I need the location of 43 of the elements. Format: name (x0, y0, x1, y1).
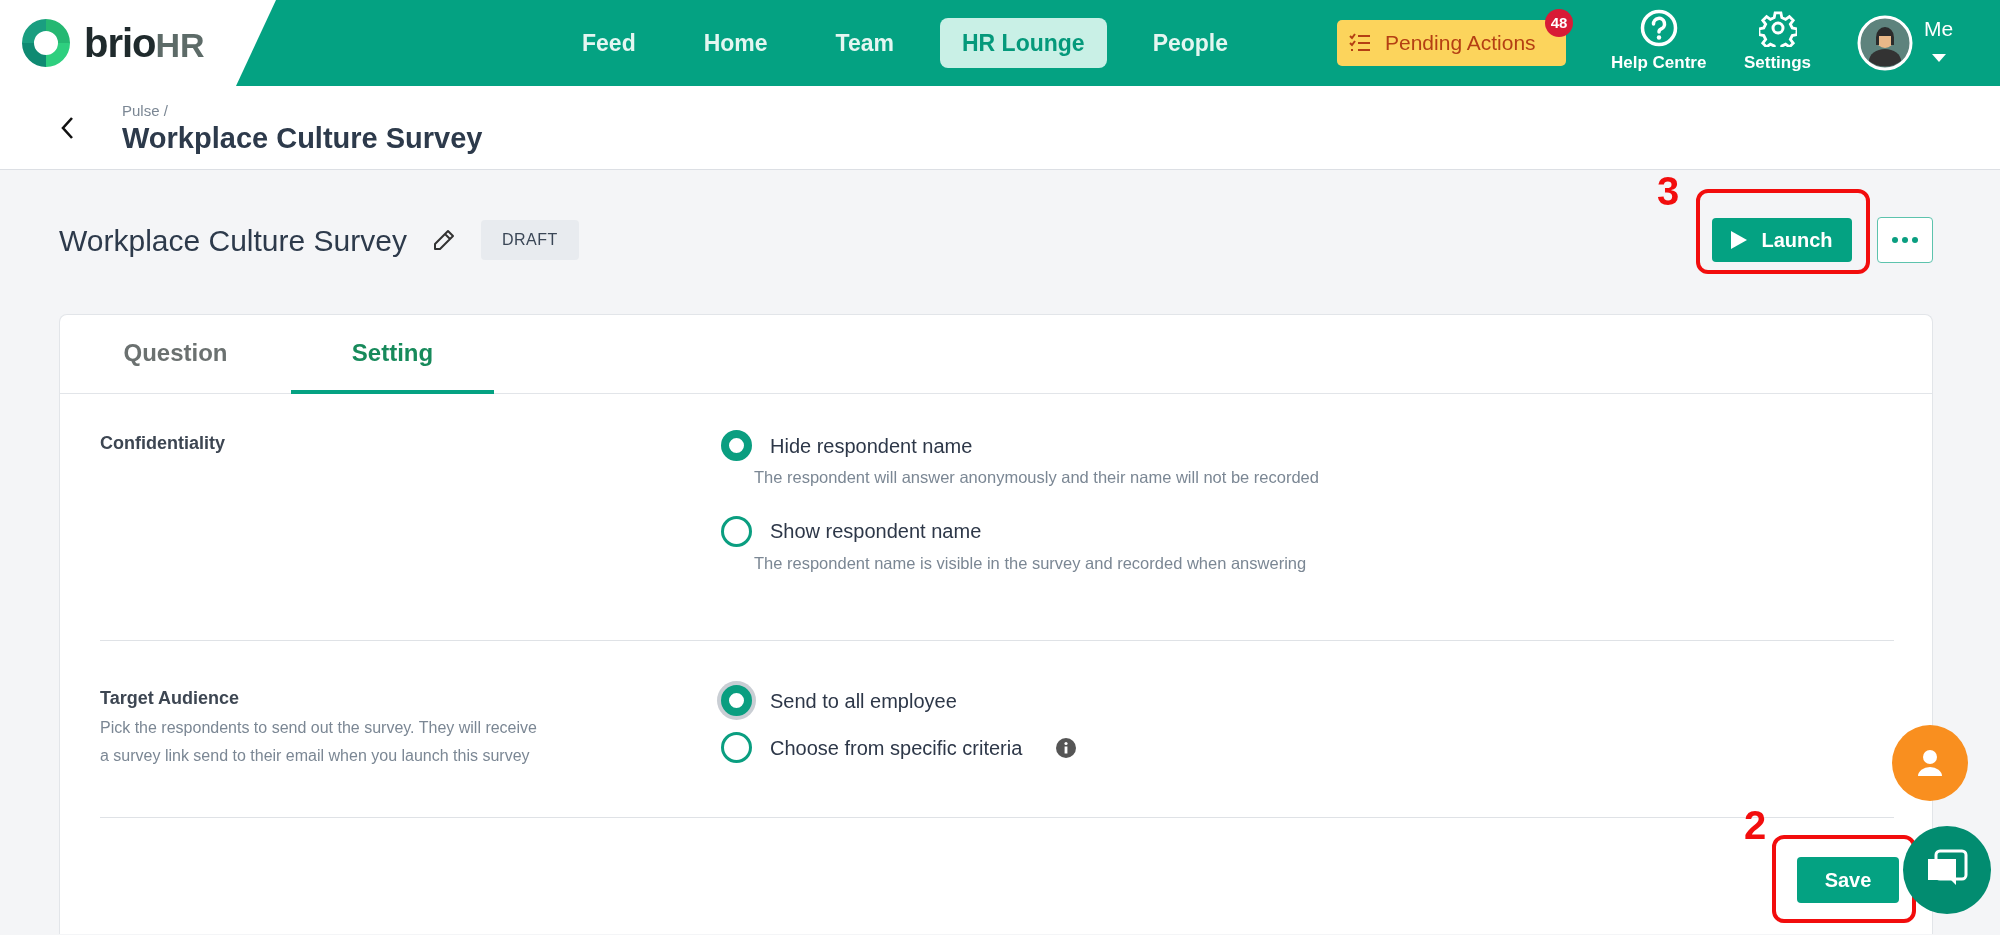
option-description: The respondent name is visible in the survey and recorded when answering (754, 552, 1308, 574)
nav-tab[interactable]: People (1130, 17, 1251, 69)
option-description: The respondent will answer anonymously and their name will not be recorded (754, 467, 1319, 488)
radio-button[interactable] (721, 732, 752, 763)
settings-icon (1758, 9, 1797, 47)
tab[interactable]: Setting (291, 315, 494, 394)
nav-tab[interactable]: Home (681, 17, 790, 69)
count-badge: 48 (1545, 9, 1573, 37)
avatar[interactable] (1857, 15, 1913, 71)
nav-tab[interactable]: HR Lounge (940, 17, 1107, 69)
radio-button[interactable] (721, 430, 752, 461)
pencil-icon[interactable] (432, 229, 455, 251)
annotation-number: 2 (1744, 805, 1767, 845)
survey-title: Workplace Culture Survey (59, 222, 407, 259)
nav-tab[interactable]: Feed (560, 17, 658, 69)
section-title: Target Audience (100, 687, 241, 710)
launch-button[interactable]: Launch (1712, 218, 1852, 262)
tab[interactable]: Question (60, 315, 291, 394)
help-icon (1639, 9, 1678, 47)
caret-icon (1931, 53, 1946, 62)
breadcrumb-link[interactable]: Pulse / (122, 100, 483, 123)
help-button[interactable]: Help Centre (1605, 8, 1713, 77)
option-label: Show respondent name (770, 519, 982, 545)
option-label: Choose from specific criteria (770, 735, 1023, 761)
option-label: Hide respondent name (770, 433, 973, 459)
more-icon (1892, 237, 1918, 243)
settings-button[interactable]: Settings (1738, 8, 1818, 77)
user-menu[interactable]: Me (1918, 12, 1960, 63)
page-title: Workplace Culture Survey (122, 122, 483, 155)
more-button[interactable] (1877, 217, 1933, 263)
info-icon[interactable] (1056, 737, 1077, 758)
section-description: Pick the respondents to send out the survey. They will receive a survey link send to their email when you launch this survey (100, 718, 538, 766)
person-icon (1916, 749, 1944, 777)
status-tag: DRAFT (480, 220, 579, 260)
radio-button[interactable] (721, 515, 752, 547)
option-label: Send to all employee (770, 688, 957, 714)
annotation-number: 3 (1657, 171, 1680, 211)
nav-tab[interactable]: Team (813, 17, 916, 69)
save-button[interactable]: Save (1797, 857, 1899, 903)
checklist-icon (1349, 33, 1371, 53)
section-title: Confidentiality (100, 432, 226, 455)
back-icon[interactable] (60, 115, 74, 140)
play-icon (1731, 231, 1748, 249)
